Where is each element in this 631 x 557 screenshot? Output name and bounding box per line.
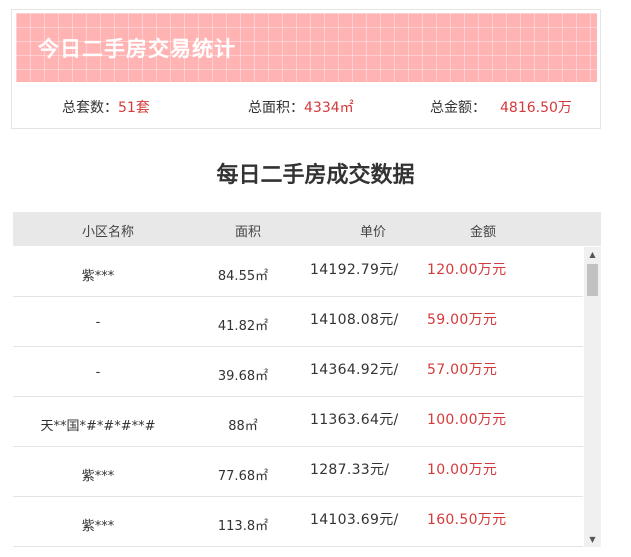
table-row: - 39.68㎡ 14364.92元/ 57.00万元 [13, 347, 583, 397]
cell-community-name: - [95, 315, 101, 330]
cell-amount: 160.50万元 [427, 512, 507, 528]
section-title: 每日二手房成交数据 [216, 163, 415, 188]
cell-unit-price: 14192.79元/ [310, 262, 399, 278]
header-amount: 金额 [469, 225, 496, 240]
cell-community-name: 天**国*#*#*#**# [40, 419, 156, 434]
header-area: 面积 [234, 225, 261, 240]
table-scrollbar[interactable]: ▲ ▼ [584, 247, 601, 547]
cell-unit-price: 14364.92元/ [310, 362, 399, 378]
cell-community-name: 紫*** [81, 269, 115, 284]
scroll-up-icon[interactable]: ▲ [584, 247, 601, 262]
stat-count-label: 总套数： [62, 100, 118, 116]
stat-count-value: 51套 [118, 100, 150, 116]
summary-stats: 总套数：51套 总面积：4334㎡ 总金额： 4816.50万 [12, 94, 600, 118]
table-row: - 41.82㎡ 14108.08元/ 59.00万元 [13, 297, 583, 347]
table-header: 小区名称 面积 单价 金额 [13, 212, 601, 246]
cell-amount: 59.00万元 [427, 312, 498, 328]
table-row: 紫*** 77.68㎡ 1287.33元/ 10.00万元 [13, 447, 583, 497]
header-community-name: 小区名称 [81, 225, 134, 240]
table-row: 紫*** 113.8㎡ 14103.69元/ 160.50万元 [13, 497, 583, 547]
cell-unit-price: 14108.08元/ [310, 312, 399, 328]
cell-amount: 57.00万元 [427, 362, 498, 378]
stat-total-area: 总面积：4334㎡ [248, 97, 354, 117]
stat-total-amount: 总金额： 4816.50万 [430, 97, 572, 117]
scroll-thumb[interactable] [587, 264, 598, 296]
cell-amount: 10.00万元 [427, 462, 498, 478]
stat-amount-label: 总金额： [430, 100, 486, 116]
cell-community-name: 紫*** [81, 519, 115, 534]
cell-area: 88㎡ [228, 419, 258, 434]
cell-area: 41.82㎡ [217, 319, 269, 334]
stat-amount-value: 4816.50万 [500, 100, 572, 116]
table-row: 紫*** 84.55㎡ 14192.79元/ 120.00万元 [13, 247, 583, 297]
cell-unit-price: 1287.33元/ [310, 462, 390, 478]
cell-amount: 120.00万元 [427, 262, 507, 278]
cell-unit-price: 11363.64元/ [310, 412, 399, 428]
cell-area: 113.8㎡ [217, 519, 269, 534]
cell-unit-price: 14103.69元/ [310, 512, 399, 528]
cell-amount: 100.00万元 [427, 412, 507, 428]
summary-card: 今日二手房交易统计 总套数：51套 总面积：4334㎡ 总金额： 4816.50万 [11, 9, 601, 129]
stat-area-value: 4334㎡ [304, 100, 354, 116]
cell-community-name: - [95, 365, 101, 380]
table-row: 天**国*#*#*#**# 88㎡ 11363.64元/ 100.00万元 [13, 397, 583, 447]
stat-area-label: 总面积： [248, 100, 304, 116]
cell-area: 39.68㎡ [217, 369, 269, 384]
cell-community-name: 紫*** [81, 469, 115, 484]
cell-area: 84.55㎡ [217, 269, 269, 284]
header-unit-price: 单价 [359, 225, 386, 240]
stat-total-count: 总套数：51套 [62, 97, 150, 117]
cell-area: 77.68㎡ [217, 469, 269, 484]
table-body[interactable]: 紫*** 84.55㎡ 14192.79元/ 120.00万元 - 41.82㎡… [13, 247, 601, 547]
summary-banner: 今日二手房交易统计 [16, 13, 597, 82]
summary-title: 今日二手房交易统计 [38, 37, 236, 61]
scroll-down-icon[interactable]: ▼ [584, 532, 601, 547]
